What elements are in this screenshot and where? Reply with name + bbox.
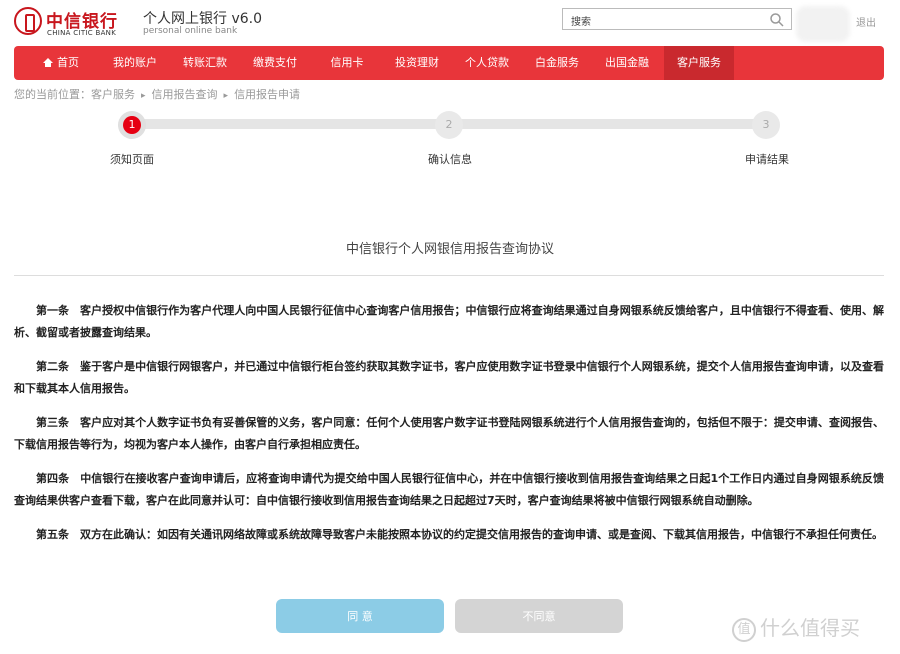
watermark-text: 什么值得买 — [760, 616, 860, 640]
logout-link[interactable]: 退出 — [856, 14, 876, 29]
agreement-title: 中信银行个人网银信用报告查询协议 — [345, 242, 554, 257]
disagree-button[interactable]: 不同意 — [455, 599, 623, 633]
nav-item-label: 首页 — [57, 56, 79, 69]
watermark: 值什么值得买 — [732, 612, 860, 642]
bank-name-en: CHINA CITIC BANK — [47, 29, 117, 37]
clause-2: 第二条 鉴于客户是中信银行网银客户，并已通过中信银行柜台签约获取其数字证书，客户… — [14, 360, 884, 395]
nav-item-payment[interactable]: 缴费支付 — [246, 46, 304, 80]
search-placeholder: 搜索 — [571, 17, 591, 28]
search-icon[interactable] — [769, 12, 785, 28]
breadcrumb-item-credit-report-apply: 信用报告申请 — [234, 88, 301, 101]
nav-item-personal-loan[interactable]: 个人贷款 — [458, 46, 516, 80]
user-avatar — [796, 6, 850, 42]
citic-logo-icon — [14, 7, 42, 35]
breadcrumb-prefix: 您的当前位置： — [14, 88, 91, 101]
breadcrumb-separator-icon: ▸ — [223, 91, 229, 101]
nav-item-my-account[interactable]: 我的账户 — [106, 46, 164, 80]
clause-3: 第三条 客户应对其个人数字证书负有妥善保管的义务，客户同意：任何个人使用客户数字… — [14, 416, 884, 451]
nav-item-home[interactable]: 首页 — [36, 46, 86, 80]
nav-item-transfer[interactable]: 转账汇款 — [176, 46, 234, 80]
home-icon — [43, 58, 53, 67]
step-1-label: 须知页面 — [110, 153, 154, 166]
breadcrumb-item-customer-service[interactable]: 客户服务 — [91, 88, 135, 101]
watermark-logo-icon: 值 — [732, 617, 756, 642]
step-2-marker: 2 — [435, 111, 463, 139]
step-1-number: 1 — [123, 116, 141, 134]
clause-4: 第四条 中信银行在接收客户查询申请后，应将查询申请代为提交给中国人民银行征信中心… — [14, 472, 884, 507]
main-nav: 首页 我的账户 转账汇款 缴费支付 信用卡 投资理财 个人贷款 白金服务 出国金… — [14, 46, 884, 80]
nav-item-investment[interactable]: 投资理财 — [388, 46, 446, 80]
agreement-body: 第一条 客户授权中信银行作为客户代理人向中国人民银行征信中心查询客户信用报告；中… — [14, 300, 884, 558]
search-input[interactable]: 搜索 — [562, 8, 792, 30]
site-subtitle: personal online bank — [143, 26, 238, 36]
step-2-label: 确认信息 — [428, 153, 472, 166]
breadcrumb: 您的当前位置：客户服务 ▸ 信用报告查询 ▸ 信用报告申请 — [14, 86, 301, 101]
bank-logo[interactable]: 中信银行 CHINA CITIC BANK — [14, 7, 134, 39]
breadcrumb-item-credit-report-query[interactable]: 信用报告查询 — [152, 88, 218, 101]
clause-1: 第一条 客户授权中信银行作为客户代理人向中国人民银行征信中心查询客户信用报告；中… — [14, 304, 884, 339]
site-title: 个人网上银行 v6.0 — [143, 11, 262, 27]
nav-item-overseas[interactable]: 出国金融 — [598, 46, 656, 80]
nav-item-customer-service[interactable]: 客户服务 — [664, 46, 734, 80]
nav-item-platinum[interactable]: 白金服务 — [528, 46, 586, 80]
clause-5: 第五条 双方在此确认：如因有关通讯网络故障或系统故障导致客户未能按照本协议的约定… — [36, 528, 883, 541]
nav-item-credit-card[interactable]: 信用卡 — [320, 46, 374, 80]
agree-button[interactable]: 同 意 — [276, 599, 444, 633]
step-3-marker: 3 — [752, 111, 780, 139]
header: 中信银行 CHINA CITIC BANK 个人网上银行 v6.0 person… — [0, 0, 900, 46]
step-1-marker: 1 — [118, 111, 146, 139]
breadcrumb-separator-icon: ▸ — [141, 91, 146, 101]
divider — [14, 275, 884, 276]
progress-steps: 1 2 3 须知页面 确认信息 申请结果 — [0, 108, 900, 168]
step-3-label: 申请结果 — [745, 153, 789, 166]
